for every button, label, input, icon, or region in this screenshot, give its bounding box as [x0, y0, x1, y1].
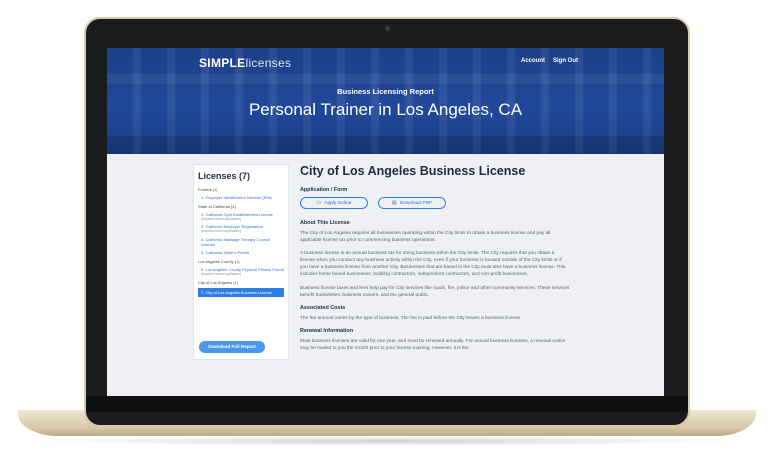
- costs-heading: Associated Costs: [300, 304, 346, 311]
- hero-building-base: [107, 136, 664, 154]
- laptop-shadow: [30, 436, 744, 446]
- license-link-city-business-active[interactable]: 7. City of Los Angeles Business License: [198, 287, 284, 297]
- license-link-massage[interactable]: 4. California Massage Therapy Council Li…: [201, 237, 284, 247]
- download-pdf-label: Download PDF: [399, 200, 432, 206]
- renewal-paragraph: Most business licenses are valid for one…: [300, 338, 566, 351]
- brand-logo-strong: SIMPLE: [199, 56, 246, 70]
- license-link-gym[interactable]: 2. California Gym Establishment License …: [201, 212, 284, 221]
- report-title: Personal Trainer in Los Angeles, CA: [248, 100, 523, 119]
- nav-signout-link[interactable]: Sign Out: [553, 58, 578, 64]
- group-label-county: Los Angeles County (1): [198, 258, 240, 264]
- apply-online-button[interactable]: ▭ Apply Online: [300, 197, 368, 209]
- monitor-icon: ▭: [316, 200, 322, 206]
- group-label-state: State of California (4): [198, 204, 236, 209]
- about-paragraph: A business license is an annual business…: [300, 251, 566, 278]
- application-buttons: ▭ Apply Online ▤ Download PDF: [300, 197, 570, 209]
- document-icon: ▤: [392, 200, 397, 206]
- report-subtitle: Business Licensing Report: [337, 87, 434, 96]
- about-heading: About This License: [300, 220, 350, 226]
- group-label-city: City of Los Angeles (1): [198, 279, 239, 285]
- renewal-heading: Renewal Information: [300, 327, 354, 334]
- application-heading: Application / Form: [300, 187, 348, 193]
- license-detail: City of Los Angeles Business License App…: [300, 164, 570, 396]
- license-link-label: 5. California Seller's Permit: [201, 249, 250, 255]
- license-link-employer[interactable]: 3. California Employer Registration (req…: [201, 224, 284, 233]
- camera-icon: [385, 26, 390, 31]
- hero-building-roof: [107, 74, 664, 84]
- license-link-label: 1. Employer Identification Number (EIN): [201, 195, 272, 200]
- license-note: (required when applicable): [201, 271, 241, 276]
- license-link-fitness-permit[interactable]: 6. Los Angeles County Physical Fitness P…: [201, 267, 284, 276]
- sidebar-title: Licenses (7): [198, 171, 251, 181]
- about-paragraph: The City of Los Angeles requires all bus…: [300, 231, 551, 244]
- hero-banner: SIMPLElicenses Account Sign Out Business…: [107, 48, 664, 154]
- licenses-sidebar: Licenses (7) Federal (1) 1. Employer Ide…: [193, 164, 289, 360]
- license-link-ein[interactable]: 1. Employer Identification Number (EIN): [201, 195, 284, 200]
- laptop-mockup: SIMPLElicenses Account Sign Out Business…: [0, 0, 774, 463]
- nav-account-link[interactable]: Account: [521, 58, 545, 64]
- about-paragraph: Business license taxes and fees help pay…: [300, 285, 570, 298]
- download-full-report-button[interactable]: Download Full Report: [199, 341, 265, 353]
- screen: SIMPLElicenses Account Sign Out Business…: [107, 48, 664, 396]
- license-link-label: 6. Los Angeles County Physical Fitness P…: [201, 266, 284, 272]
- download-pdf-button[interactable]: ▤ Download PDF: [378, 197, 446, 209]
- license-link-sellers-permit[interactable]: 5. California Seller's Permit: [201, 250, 284, 255]
- license-note: (required when applicable): [201, 217, 241, 221]
- license-title: City of Los Angeles Business License: [300, 164, 526, 178]
- apply-online-label: Apply Online: [324, 200, 352, 206]
- brand-logo-light: licenses: [245, 56, 292, 70]
- costs-paragraph: The fee amount varies by the type of bus…: [300, 315, 522, 321]
- group-label-federal: Federal (1): [198, 187, 218, 192]
- laptop-chin: [86, 396, 688, 412]
- license-note: (required when applicable): [201, 229, 241, 234]
- brand-logo[interactable]: SIMPLElicenses: [199, 56, 291, 70]
- license-link-label: 4. California Massage Therapy Council Li…: [201, 236, 270, 247]
